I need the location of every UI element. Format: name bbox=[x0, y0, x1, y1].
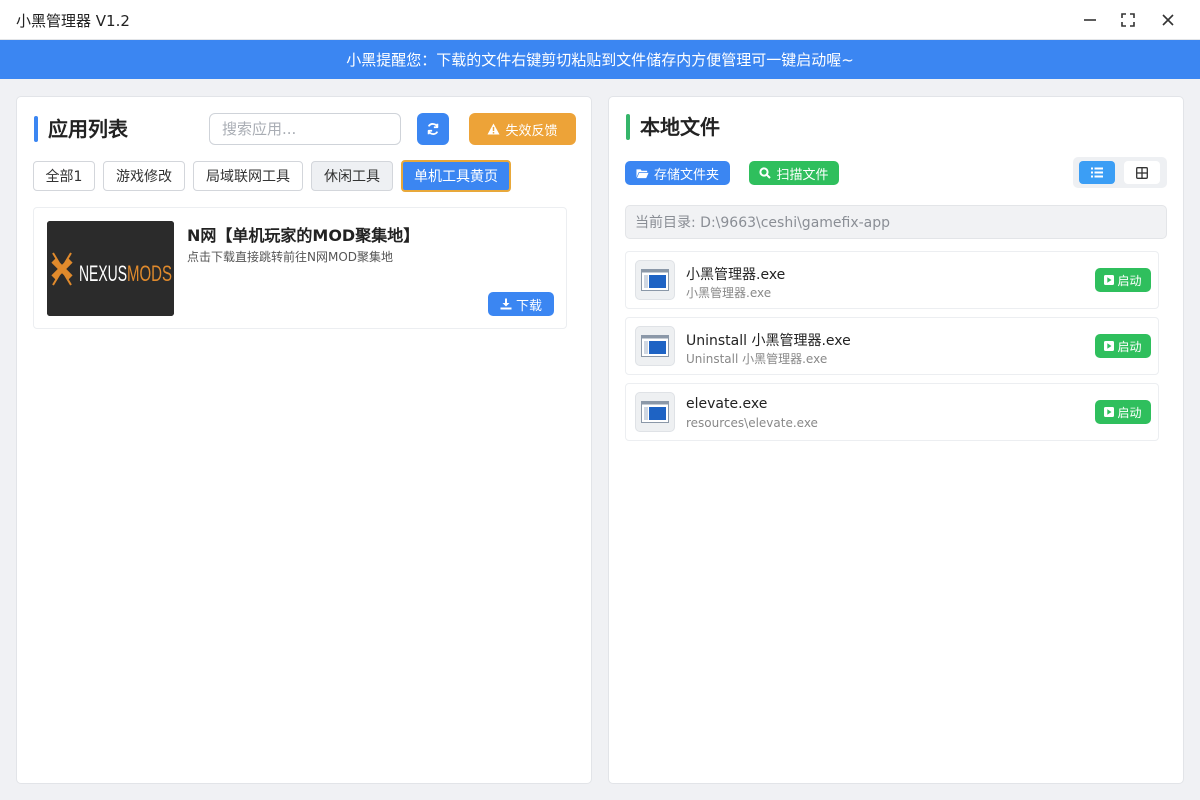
local-files-title: 本地文件 bbox=[626, 113, 720, 141]
warning-icon bbox=[487, 123, 500, 135]
play-icon bbox=[1104, 275, 1115, 285]
folder-open-icon bbox=[636, 168, 649, 178]
list-icon bbox=[1091, 167, 1103, 178]
current-directory: 当前目录: D:\9663\ceshi\gamefix-app bbox=[625, 205, 1167, 239]
title-bar: 小黑管理器 V1.2 bbox=[0, 0, 1200, 40]
refresh-button[interactable] bbox=[417, 113, 449, 145]
play-icon bbox=[1104, 341, 1115, 351]
minimize-icon bbox=[1084, 19, 1096, 21]
file-name: 小黑管理器.exe bbox=[686, 267, 786, 283]
feedback-label: 失效反馈 bbox=[505, 123, 558, 139]
file-path: 小黑管理器.exe bbox=[686, 286, 772, 300]
launch-button[interactable]: 启动 bbox=[1095, 400, 1151, 424]
storage-folder-label: 存储文件夹 bbox=[653, 167, 719, 183]
file-name: Uninstall 小黑管理器.exe bbox=[686, 333, 851, 349]
download-button[interactable]: 下载 bbox=[488, 292, 554, 316]
maximize-button[interactable] bbox=[1114, 6, 1142, 34]
file-item: elevate.exe resources\elevate.exe 启动 bbox=[625, 383, 1159, 441]
play-icon bbox=[1104, 407, 1115, 417]
app-list-panel: 应用列表 失效反馈 全部1 游戏修改 局域联网工具 休闲工具 单机工具黄页 bbox=[16, 96, 592, 784]
download-icon bbox=[500, 298, 512, 310]
launch-button[interactable]: 启动 bbox=[1095, 268, 1151, 292]
list-view-button[interactable] bbox=[1079, 161, 1115, 184]
file-path: resources\elevate.exe bbox=[686, 416, 818, 430]
search-input[interactable] bbox=[209, 113, 401, 145]
launch-label: 启动 bbox=[1117, 339, 1142, 354]
search-icon bbox=[759, 167, 772, 179]
app-description: 点击下载直接跳转前往N网MOD聚集地 bbox=[187, 250, 394, 264]
file-item: 小黑管理器.exe 小黑管理器.exe 启动 bbox=[625, 251, 1159, 309]
tab-game-mods[interactable]: 游戏修改 bbox=[103, 161, 185, 191]
logo-text-nexus: NEXUS bbox=[79, 261, 127, 286]
feedback-button[interactable]: 失效反馈 bbox=[469, 113, 576, 145]
storage-folder-button[interactable]: 存储文件夹 bbox=[625, 161, 730, 185]
exe-file-icon bbox=[635, 326, 675, 366]
exe-file-icon bbox=[635, 392, 675, 432]
close-button[interactable] bbox=[1154, 6, 1182, 34]
scan-files-button[interactable]: 扫描文件 bbox=[749, 161, 839, 185]
file-item: Uninstall 小黑管理器.exe Uninstall 小黑管理器.exe … bbox=[625, 317, 1159, 375]
close-icon bbox=[1162, 14, 1174, 26]
tab-single-player-directory[interactable]: 单机工具黄页 bbox=[401, 160, 511, 192]
local-files-panel: 本地文件 存储文件夹 扫描文件 当前目录: D:\9663\ceshi\game… bbox=[608, 96, 1184, 784]
file-path: Uninstall 小黑管理器.exe bbox=[686, 352, 828, 366]
launch-label: 启动 bbox=[1117, 273, 1142, 288]
download-label: 下载 bbox=[515, 298, 542, 314]
launch-button[interactable]: 启动 bbox=[1095, 334, 1151, 358]
window-title: 小黑管理器 V1.2 bbox=[16, 12, 130, 30]
refresh-icon bbox=[427, 123, 439, 135]
view-mode-toggle bbox=[1073, 157, 1167, 188]
launch-label: 启动 bbox=[1117, 405, 1142, 420]
exe-file-icon bbox=[635, 260, 675, 300]
grid-view-button[interactable] bbox=[1124, 161, 1160, 184]
logo-text-mods: MODS bbox=[127, 261, 172, 286]
file-name: elevate.exe bbox=[686, 396, 768, 412]
tab-leisure-tools[interactable]: 休闲工具 bbox=[311, 161, 393, 191]
app-card: NEXUS MODS N网【单机玩家的MOD聚集地】 点击下载直接跳转前往N网M… bbox=[33, 207, 567, 329]
fullscreen-icon bbox=[1121, 13, 1135, 27]
notice-banner: 小黑提醒您：下载的文件右键剪切粘贴到文件储存内方便管理可一键启动喔~ bbox=[0, 40, 1200, 79]
grid-icon bbox=[1136, 166, 1148, 179]
app-name: N网【单机玩家的MOD聚集地】 bbox=[187, 226, 420, 245]
tab-all[interactable]: 全部1 bbox=[33, 161, 95, 191]
minimize-button[interactable] bbox=[1076, 6, 1104, 34]
tab-lan-tools[interactable]: 局域联网工具 bbox=[193, 161, 303, 191]
app-list-title: 应用列表 bbox=[34, 115, 128, 143]
banner-text: 小黑提醒您：下载的文件右键剪切粘贴到文件储存内方便管理可一键启动喔~ bbox=[346, 51, 854, 69]
nexusmods-logo: NEXUS MODS bbox=[47, 221, 174, 316]
scan-files-label: 扫描文件 bbox=[776, 167, 829, 183]
